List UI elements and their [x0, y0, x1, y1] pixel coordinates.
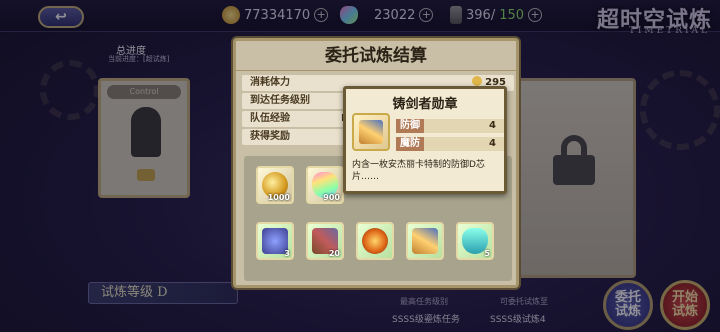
tooltip-description: 内含一枚安杰丽卡特制的防御D芯片……: [352, 160, 485, 182]
row-label: 获得奖励: [250, 131, 290, 142]
reward-item-crystal-shield[interactable]: 5: [456, 222, 494, 260]
stat-label: 防御: [396, 119, 424, 133]
item-count: 3: [284, 249, 290, 258]
coin-icon: [472, 76, 483, 86]
tooltip-title: 铸剑者勋章: [392, 97, 458, 112]
reward-item-armor-gear[interactable]: 3: [256, 222, 294, 260]
stat-defense: 防御 4: [396, 119, 504, 133]
sun-emblem-icon: [362, 228, 388, 254]
sword-medal-icon: [352, 113, 390, 151]
stat-value: 4: [489, 138, 496, 149]
reward-item-crossbow-gear[interactable]: 20: [306, 222, 344, 260]
reward-item-gold-coin[interactable]: 1000: [256, 166, 294, 204]
modal-title: 委托试炼结算: [236, 41, 516, 71]
item-count: 1000: [267, 193, 290, 202]
item-tooltip: 铸剑者勋章 防御 4 魔防 4 内含一枚安杰丽卡特制的防御D芯片……: [343, 86, 507, 194]
reward-item-sun-emblem[interactable]: [356, 222, 394, 260]
item-count: 5: [484, 249, 490, 258]
row-label: 到达任务级别: [250, 95, 310, 106]
stat-label: 魔防: [396, 137, 424, 151]
item-count: 900: [323, 193, 340, 202]
row-label: 队伍经验: [250, 113, 290, 124]
stat-value: 4: [489, 120, 496, 131]
row-label: 消耗体力: [250, 77, 290, 88]
reward-item-sword-medal[interactable]: [406, 222, 444, 260]
stat-magic-defense: 魔防 4: [396, 137, 504, 151]
reward-item-rainbow-gem[interactable]: 900: [306, 166, 344, 204]
sword-medal-icon: [412, 228, 438, 254]
item-count: 20: [328, 249, 340, 258]
